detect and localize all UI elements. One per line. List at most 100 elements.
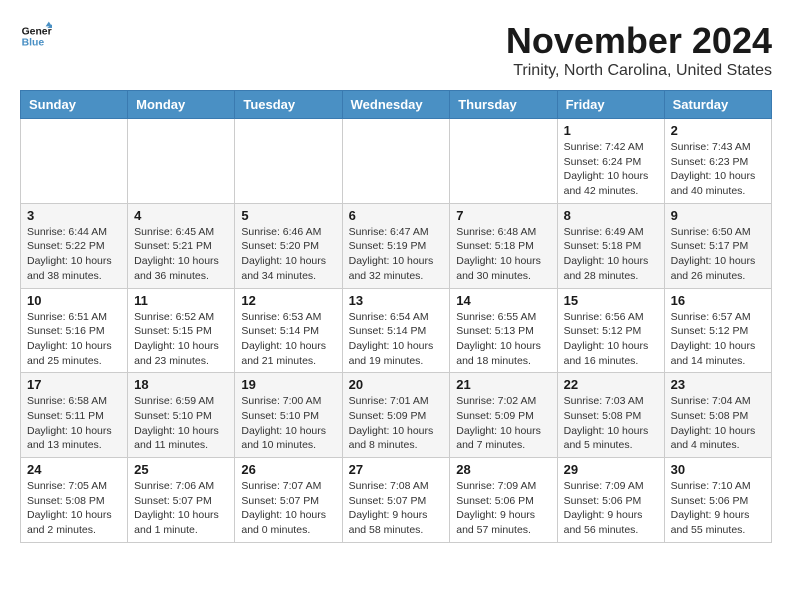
day-info: Sunrise: 7:43 AM Sunset: 6:23 PM Dayligh… xyxy=(671,140,765,199)
day-info: Sunrise: 6:44 AM Sunset: 5:22 PM Dayligh… xyxy=(27,225,121,284)
day-info: Sunrise: 7:03 AM Sunset: 5:08 PM Dayligh… xyxy=(564,394,658,453)
calendar-cell: 18Sunrise: 6:59 AM Sunset: 5:10 PM Dayli… xyxy=(128,373,235,458)
day-number: 19 xyxy=(241,377,335,392)
calendar-cell: 8Sunrise: 6:49 AM Sunset: 5:18 PM Daylig… xyxy=(557,203,664,288)
calendar-cell: 29 Sunrise: 7:09 AM Sunset: 5:06 PM Dayli… xyxy=(557,458,664,543)
day-info: Sunrise: 7:07 AM Sunset: 5:07 PM Dayligh… xyxy=(241,479,335,538)
day-number: 15 xyxy=(564,293,658,308)
logo: General Blue xyxy=(20,20,52,52)
day-number: 9 xyxy=(671,208,765,223)
calendar-week-row: 3 Sunrise: 6:44 AM Sunset: 5:22 PM Daylig… xyxy=(21,203,772,288)
calendar-cell xyxy=(342,119,450,204)
title-section: November 2024 Trinity, North Carolina, U… xyxy=(506,20,772,80)
day-number: 11 xyxy=(134,293,228,308)
day-number: 28 xyxy=(456,462,550,477)
day-number: 14 xyxy=(456,293,550,308)
svg-text:General: General xyxy=(22,26,52,37)
calendar-cell: 7 Sunrise: 6:48 AM Sunset: 5:18 PM Daylig… xyxy=(450,203,557,288)
calendar-cell: 15 Sunrise: 6:56 AM Sunset: 5:12 PM Dayli… xyxy=(557,288,664,373)
calendar-week-row: 24 Sunrise: 7:05 AM Sunset: 5:08 PM Dayli… xyxy=(21,458,772,543)
calendar-cell: 6Sunrise: 6:47 AM Sunset: 5:19 PM Daylig… xyxy=(342,203,450,288)
day-number: 23 xyxy=(671,377,765,392)
day-info: Sunrise: 6:51 AM Sunset: 5:16 PM Dayligh… xyxy=(27,310,121,369)
day-number: 20 xyxy=(349,377,444,392)
day-info: Sunrise: 6:58 AM Sunset: 5:11 PM Dayligh… xyxy=(27,394,121,453)
day-info: Sunrise: 6:46 AM Sunset: 5:20 PM Dayligh… xyxy=(241,225,335,284)
day-info: Sunrise: 7:01 AM Sunset: 5:09 PM Dayligh… xyxy=(349,394,444,453)
calendar-week-row: 1Sunrise: 7:42 AM Sunset: 6:24 PM Daylig… xyxy=(21,119,772,204)
day-info: Sunrise: 7:02 AM Sunset: 5:09 PM Dayligh… xyxy=(456,394,550,453)
day-number: 1 xyxy=(564,123,658,138)
calendar-cell: 9 Sunrise: 6:50 AM Sunset: 5:17 PM Daylig… xyxy=(664,203,771,288)
calendar-cell xyxy=(235,119,342,204)
day-number: 30 xyxy=(671,462,765,477)
day-info: Sunrise: 7:10 AM Sunset: 5:06 PM Dayligh… xyxy=(671,479,765,538)
day-number: 24 xyxy=(27,462,121,477)
day-info: Sunrise: 6:45 AM Sunset: 5:21 PM Dayligh… xyxy=(134,225,228,284)
day-number: 29 xyxy=(564,462,658,477)
day-number: 10 xyxy=(27,293,121,308)
calendar-cell: 28 Sunrise: 7:09 AM Sunset: 5:06 PM Dayli… xyxy=(450,458,557,543)
day-info: Sunrise: 6:59 AM Sunset: 5:10 PM Dayligh… xyxy=(134,394,228,453)
calendar-cell: 10 Sunrise: 6:51 AM Sunset: 5:16 PM Dayli… xyxy=(21,288,128,373)
calendar-week-row: 17 Sunrise: 6:58 AM Sunset: 5:11 PM Dayli… xyxy=(21,373,772,458)
calendar-cell: 25 Sunrise: 7:06 AM Sunset: 5:07 PM Dayli… xyxy=(128,458,235,543)
day-info: Sunrise: 6:55 AM Sunset: 5:13 PM Dayligh… xyxy=(456,310,550,369)
day-info: Sunrise: 6:50 AM Sunset: 5:17 PM Dayligh… xyxy=(671,225,765,284)
day-info: Sunrise: 6:53 AM Sunset: 5:14 PM Dayligh… xyxy=(241,310,335,369)
month-title: November 2024 xyxy=(506,20,772,62)
day-info: Sunrise: 6:52 AM Sunset: 5:15 PM Dayligh… xyxy=(134,310,228,369)
day-number: 3 xyxy=(27,208,121,223)
svg-text:Blue: Blue xyxy=(22,38,45,49)
calendar-cell: 21 Sunrise: 7:02 AM Sunset: 5:09 PM Dayli… xyxy=(450,373,557,458)
calendar-cell xyxy=(21,119,128,204)
day-info: Sunrise: 7:09 AM Sunset: 5:06 PM Dayligh… xyxy=(564,479,658,538)
day-number: 4 xyxy=(134,208,228,223)
day-info: Sunrise: 7:06 AM Sunset: 5:07 PM Dayligh… xyxy=(134,479,228,538)
weekday-header-sunday: Sunday xyxy=(21,91,128,119)
calendar-cell: 5Sunrise: 6:46 AM Sunset: 5:20 PM Daylig… xyxy=(235,203,342,288)
day-number: 13 xyxy=(349,293,444,308)
calendar-cell: 16Sunrise: 6:57 AM Sunset: 5:12 PM Dayli… xyxy=(664,288,771,373)
weekday-header-tuesday: Tuesday xyxy=(235,91,342,119)
weekday-header-monday: Monday xyxy=(128,91,235,119)
day-number: 26 xyxy=(241,462,335,477)
day-number: 8 xyxy=(564,208,658,223)
logo-icon: General Blue xyxy=(20,20,52,52)
day-number: 16 xyxy=(671,293,765,308)
day-number: 21 xyxy=(456,377,550,392)
day-number: 25 xyxy=(134,462,228,477)
calendar-cell: 20 Sunrise: 7:01 AM Sunset: 5:09 PM Dayli… xyxy=(342,373,450,458)
day-info: Sunrise: 6:54 AM Sunset: 5:14 PM Dayligh… xyxy=(349,310,444,369)
calendar-table: SundayMondayTuesdayWednesdayThursdayFrid… xyxy=(20,90,772,543)
weekday-header-row: SundayMondayTuesdayWednesdayThursdayFrid… xyxy=(21,91,772,119)
weekday-header-thursday: Thursday xyxy=(450,91,557,119)
calendar-cell: 12Sunrise: 6:53 AM Sunset: 5:14 PM Dayli… xyxy=(235,288,342,373)
day-info: Sunrise: 7:09 AM Sunset: 5:06 PM Dayligh… xyxy=(456,479,550,538)
calendar-cell: 3 Sunrise: 6:44 AM Sunset: 5:22 PM Daylig… xyxy=(21,203,128,288)
calendar-cell xyxy=(128,119,235,204)
calendar-cell: 19 Sunrise: 7:00 AM Sunset: 5:10 PM Dayli… xyxy=(235,373,342,458)
day-info: Sunrise: 7:08 AM Sunset: 5:07 PM Dayligh… xyxy=(349,479,444,538)
calendar-cell: 30 Sunrise: 7:10 AM Sunset: 5:06 PM Dayli… xyxy=(664,458,771,543)
calendar-cell: 23Sunrise: 7:04 AM Sunset: 5:08 PM Dayli… xyxy=(664,373,771,458)
day-number: 22 xyxy=(564,377,658,392)
day-info: Sunrise: 7:05 AM Sunset: 5:08 PM Dayligh… xyxy=(27,479,121,538)
weekday-header-friday: Friday xyxy=(557,91,664,119)
calendar-cell: 14 Sunrise: 6:55 AM Sunset: 5:13 PM Dayli… xyxy=(450,288,557,373)
day-info: Sunrise: 7:00 AM Sunset: 5:10 PM Dayligh… xyxy=(241,394,335,453)
calendar-cell: 22 Sunrise: 7:03 AM Sunset: 5:08 PM Dayli… xyxy=(557,373,664,458)
calendar-cell: 1Sunrise: 7:42 AM Sunset: 6:24 PM Daylig… xyxy=(557,119,664,204)
calendar-cell: 13 Sunrise: 6:54 AM Sunset: 5:14 PM Dayli… xyxy=(342,288,450,373)
day-number: 7 xyxy=(456,208,550,223)
day-number: 2 xyxy=(671,123,765,138)
weekday-header-wednesday: Wednesday xyxy=(342,91,450,119)
day-info: Sunrise: 6:56 AM Sunset: 5:12 PM Dayligh… xyxy=(564,310,658,369)
day-number: 17 xyxy=(27,377,121,392)
day-number: 27 xyxy=(349,462,444,477)
day-info: Sunrise: 6:48 AM Sunset: 5:18 PM Dayligh… xyxy=(456,225,550,284)
weekday-header-saturday: Saturday xyxy=(664,91,771,119)
calendar-cell xyxy=(450,119,557,204)
page-header: General Blue November 2024 Trinity, Nort… xyxy=(20,20,772,80)
calendar-week-row: 10 Sunrise: 6:51 AM Sunset: 5:16 PM Dayli… xyxy=(21,288,772,373)
